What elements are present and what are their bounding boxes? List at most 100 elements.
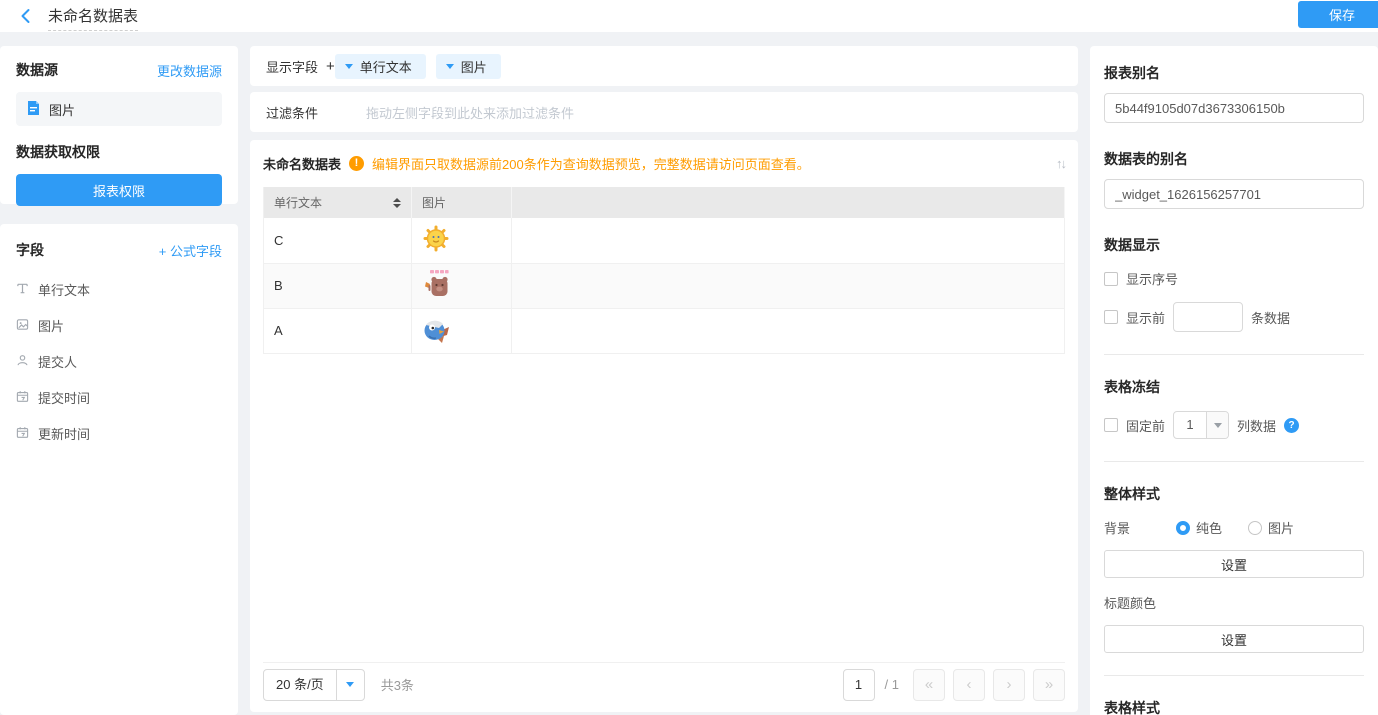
- show-index-label: 显示序号: [1126, 269, 1178, 288]
- tag-label: 图片: [461, 57, 487, 76]
- report-alias-input[interactable]: [1104, 93, 1364, 123]
- datasource-item[interactable]: 图片: [16, 92, 222, 126]
- back-icon[interactable]: [18, 8, 34, 24]
- next-page-button[interactable]: ›: [993, 669, 1025, 701]
- field-item-label: 更新时间: [38, 424, 90, 443]
- plus-icon: +: [159, 244, 167, 259]
- permission-title: 数据获取权限: [16, 142, 222, 162]
- show-index-checkbox[interactable]: [1104, 272, 1118, 286]
- table-style-title: 表格样式: [1104, 698, 1364, 715]
- filter-label: 过滤条件: [266, 103, 318, 122]
- field-item-label: 提交时间: [38, 388, 90, 407]
- divider: [1104, 461, 1364, 462]
- help-icon[interactable]: ?: [1284, 418, 1299, 433]
- document-icon: [26, 100, 41, 119]
- sort-arrows-icon[interactable]: [393, 198, 401, 208]
- column-label: 图片: [422, 196, 446, 210]
- pagination-bar: 20 条/页 共3条 / 1 « ‹ › »: [263, 662, 1065, 706]
- submitter-icon: [16, 354, 29, 370]
- page-title[interactable]: 未命名数据表: [48, 5, 138, 31]
- freeze-checkbox[interactable]: [1104, 418, 1118, 432]
- show-top-count-input[interactable]: [1173, 302, 1243, 332]
- fish-image[interactable]: [422, 315, 452, 347]
- page-total: / 1: [885, 677, 899, 692]
- first-page-button[interactable]: «: [913, 669, 945, 701]
- data-table-panel: 未命名数据表 ! 编辑界面只取数据源前200条作为查询数据预览，完整数据请访问页…: [250, 140, 1078, 712]
- sort-order-icon[interactable]: ↑↓: [1056, 156, 1065, 171]
- freeze-count-select[interactable]: 1: [1173, 411, 1229, 439]
- table-header-row: 单行文本 图片: [264, 187, 1065, 218]
- display-field-tag-image[interactable]: 图片: [436, 54, 501, 79]
- warning-icon: !: [349, 156, 364, 171]
- table-notice: 编辑界面只取数据源前200条作为查询数据预览，完整数据请访问页面查看。: [372, 154, 810, 173]
- show-top-suffix: 条数据: [1251, 308, 1290, 327]
- divider: [1104, 675, 1364, 676]
- add-display-field-button[interactable]: +: [326, 58, 335, 75]
- filter-bar: 过滤条件 拖动左侧字段到此处来添加过滤条件: [250, 92, 1078, 132]
- report-permission-button[interactable]: 报表权限: [16, 174, 222, 206]
- cell-blank: [512, 218, 1065, 263]
- show-top-checkbox[interactable]: [1104, 310, 1118, 324]
- display-fields-bar: 显示字段 + 单行文本 图片: [250, 46, 1078, 86]
- freeze-count-value: 1: [1174, 412, 1206, 438]
- title-color-set-button[interactable]: 设置: [1104, 625, 1364, 653]
- cell-text: C: [264, 218, 412, 263]
- tag-label: 单行文本: [360, 57, 412, 76]
- field-item-submitter[interactable]: 提交人: [16, 352, 222, 371]
- report-alias-label: 报表别名: [1104, 63, 1364, 83]
- table-alias-input[interactable]: [1104, 179, 1364, 209]
- cell-text: A: [264, 308, 412, 353]
- text-field-icon: [16, 282, 29, 298]
- image-field-icon: [16, 318, 29, 334]
- calendar-icon: [16, 426, 29, 442]
- column-header-text[interactable]: 单行文本: [264, 187, 412, 218]
- image-label: 图片: [1268, 518, 1294, 537]
- preview-table: 单行文本 图片 C: [263, 187, 1065, 354]
- field-item-label: 图片: [38, 316, 64, 335]
- background-set-button[interactable]: 设置: [1104, 550, 1364, 578]
- fields-title: 字段: [16, 240, 44, 260]
- last-page-button[interactable]: »: [1033, 669, 1065, 701]
- background-image-option[interactable]: 图片: [1248, 518, 1294, 537]
- calendar-icon: [16, 390, 29, 406]
- display-field-tag-text[interactable]: 单行文本: [335, 54, 426, 79]
- table-row: A: [264, 308, 1065, 353]
- field-item-submit-time[interactable]: 提交时间: [16, 388, 222, 407]
- title-color-label: 标题颜色: [1104, 593, 1364, 612]
- data-display-title: 数据显示: [1104, 235, 1364, 255]
- freeze-suffix: 列数据: [1237, 416, 1276, 435]
- chevron-down-icon: [336, 670, 364, 700]
- change-datasource-link[interactable]: 更改数据源: [157, 61, 222, 80]
- page-number-input[interactable]: [843, 669, 875, 701]
- cell-image: [412, 218, 512, 263]
- chevron-down-icon: [446, 64, 454, 69]
- background-label: 背景: [1104, 518, 1176, 537]
- show-top-prefix: 显示前: [1126, 308, 1165, 327]
- solid-label: 纯色: [1196, 518, 1222, 537]
- cell-image: [412, 308, 512, 353]
- field-item-image[interactable]: 图片: [16, 316, 222, 335]
- field-item-label: 单行文本: [38, 280, 90, 299]
- page-size-value: 20 条/页: [264, 670, 336, 700]
- cell-image: [412, 263, 512, 308]
- filter-drop-zone[interactable]: 拖动左侧字段到此处来添加过滤条件: [366, 103, 574, 122]
- add-formula-field-link[interactable]: + 公式字段: [159, 241, 222, 260]
- cell-text: B: [264, 263, 412, 308]
- chevron-down-icon: [345, 64, 353, 69]
- background-solid-option[interactable]: 纯色: [1176, 518, 1222, 537]
- field-item-update-time[interactable]: 更新时间: [16, 424, 222, 443]
- overall-style-title: 整体样式: [1104, 484, 1364, 504]
- table-row: C: [264, 218, 1065, 263]
- field-item-text[interactable]: 单行文本: [16, 280, 222, 299]
- freeze-title: 表格冻结: [1104, 377, 1364, 397]
- bear-image[interactable]: [422, 268, 454, 303]
- prev-page-button[interactable]: ‹: [953, 669, 985, 701]
- cell-blank: [512, 263, 1065, 308]
- sun-image[interactable]: [422, 225, 450, 255]
- freeze-prefix: 固定前: [1126, 416, 1165, 435]
- page-size-select[interactable]: 20 条/页: [263, 669, 365, 701]
- radio-selected-icon: [1176, 521, 1190, 535]
- save-button[interactable]: 保存: [1298, 1, 1378, 28]
- total-count: 共3条: [381, 675, 414, 694]
- settings-panel: 报表别名 数据表的别名 数据显示 显示序号 显示前 条数据 表格冻结 固定前 1…: [1090, 46, 1378, 715]
